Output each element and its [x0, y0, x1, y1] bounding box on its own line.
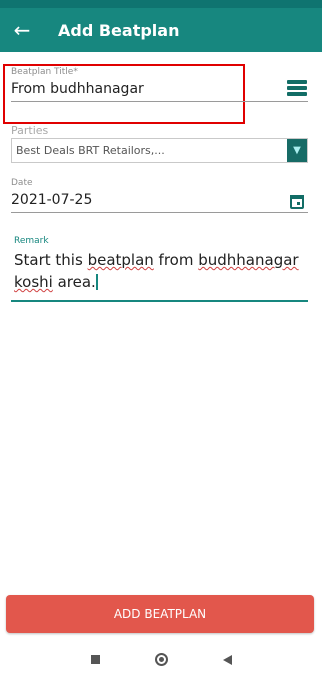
home-circle-icon[interactable]	[128, 653, 194, 666]
beatplan-title-underline	[11, 101, 308, 102]
parties-selected-value: Best Deals BRT Retailors,...	[16, 144, 165, 157]
page-title: Add Beatplan	[58, 20, 180, 40]
remark-underline	[11, 300, 308, 302]
calendar-icon[interactable]	[290, 195, 304, 209]
text-cursor	[95, 274, 98, 290]
date-field[interactable]: Date 2021-07-25	[11, 178, 308, 213]
back-triangle-icon[interactable]	[194, 654, 260, 665]
beatplan-title-input[interactable]: From budhhanagar	[11, 81, 308, 97]
app-bar: ← Add Beatplan	[0, 8, 322, 52]
remark-misspelled-word: beatplan	[87, 251, 154, 269]
status-bar	[0, 0, 322, 8]
remark-label: Remark	[14, 236, 49, 246]
remark-text-part: from	[153, 251, 199, 269]
remark-text-part: Start this	[14, 251, 88, 269]
remark-text-part: area.	[52, 273, 96, 291]
remark-misspelled-word: koshi	[14, 273, 53, 291]
recents-square-icon[interactable]	[62, 655, 128, 664]
remark-misspelled-word: budhhanagar	[198, 251, 299, 269]
date-label: Date	[11, 178, 33, 188]
chevron-down-icon[interactable]: ▼	[287, 139, 307, 162]
add-beatplan-button[interactable]: ADD BEATPLAN	[6, 595, 314, 633]
beatplan-title-field[interactable]: Beatplan Title* From budhhanagar	[11, 67, 308, 102]
date-underline	[11, 212, 308, 213]
date-input[interactable]: 2021-07-25	[11, 192, 308, 208]
arrow-left-icon[interactable]: ←	[0, 8, 44, 52]
beatplan-title-label: Beatplan Title*	[11, 67, 78, 77]
remark-textarea[interactable]: Start this beatplan from budhhanagar kos…	[14, 249, 299, 293]
list-menu-icon[interactable]	[287, 80, 307, 98]
system-nav-bar	[0, 640, 322, 679]
parties-label: Parties	[11, 124, 49, 137]
parties-select[interactable]: Best Deals BRT Retailors,... ▼	[11, 138, 308, 163]
